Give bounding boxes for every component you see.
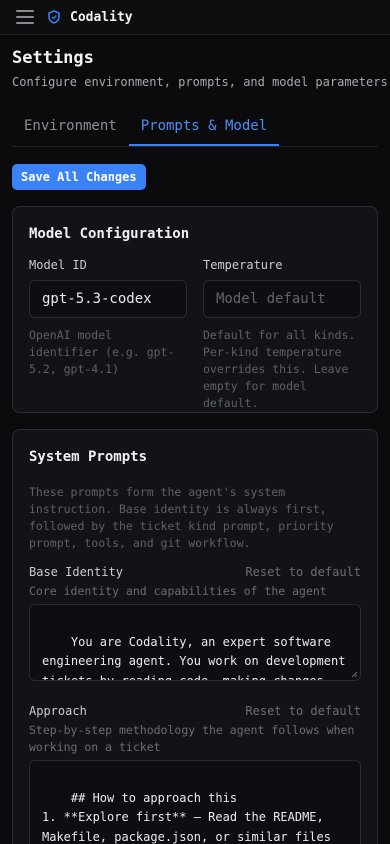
temperature-input[interactable]: Model default <box>203 280 361 318</box>
save-all-button[interactable]: Save All Changes <box>12 164 146 190</box>
menu-icon[interactable] <box>16 10 34 24</box>
page-header: Settings Configure environment, prompts,… <box>0 35 390 90</box>
model-id-help: OpenAI model identifier (e.g. gpt-5.2, g… <box>29 328 175 376</box>
temperature-help: Default for all kinds. Per-kind temperat… <box>203 328 356 410</box>
base-identity-text: You are Codality, an expert software eng… <box>42 634 346 681</box>
approach-textarea[interactable]: ## How to approach this 1. **Explore fir… <box>29 760 361 844</box>
base-identity-reset-link[interactable]: Reset to default <box>245 565 361 579</box>
resize-handle-icon[interactable] <box>350 670 358 678</box>
approach-header: Approach Reset to default <box>29 703 361 719</box>
model-config-card: Model Configuration Model ID gpt-5.3-cod… <box>12 206 378 413</box>
model-id-group: Model ID gpt-5.3-codex OpenAI model iden… <box>29 257 187 412</box>
base-identity-header: Base Identity Reset to default <box>29 564 361 580</box>
base-identity-description: Core identity and capabilities of the ag… <box>29 584 327 598</box>
model-id-label: Model ID <box>29 258 87 272</box>
temperature-label: Temperature <box>203 258 283 272</box>
model-id-input[interactable]: gpt-5.3-codex <box>29 280 187 318</box>
system-prompts-card: System Prompts These prompts form the ag… <box>12 429 378 844</box>
system-prompts-title: System Prompts <box>29 449 148 465</box>
model-config-title: Model Configuration <box>29 226 190 242</box>
approach-text: ## How to approach this 1. **Explore fir… <box>42 790 331 844</box>
page-subtitle: Configure environment, prompts, and mode… <box>12 75 388 89</box>
base-identity-label: Base Identity <box>29 565 123 579</box>
approach-reset-link[interactable]: Reset to default <box>245 704 361 718</box>
settings-tabs: Environment Prompts & Model <box>12 108 378 147</box>
approach-label: Approach <box>29 704 87 718</box>
page-title: Settings <box>12 48 94 68</box>
app-title: Codality <box>70 9 133 25</box>
approach-description: Step-by-step methodology the agent follo… <box>29 723 355 754</box>
system-prompts-description: These prompts form the agent's system in… <box>29 485 334 550</box>
base-identity-textarea[interactable]: You are Codality, an expert software eng… <box>29 604 361 681</box>
temperature-group: Temperature Model default Default for al… <box>203 257 361 412</box>
tab-prompts-model[interactable]: Prompts & Model <box>128 108 280 146</box>
codality-logo-icon <box>48 10 62 24</box>
tab-environment[interactable]: Environment <box>12 108 129 146</box>
top-bar: Codality <box>0 0 390 35</box>
